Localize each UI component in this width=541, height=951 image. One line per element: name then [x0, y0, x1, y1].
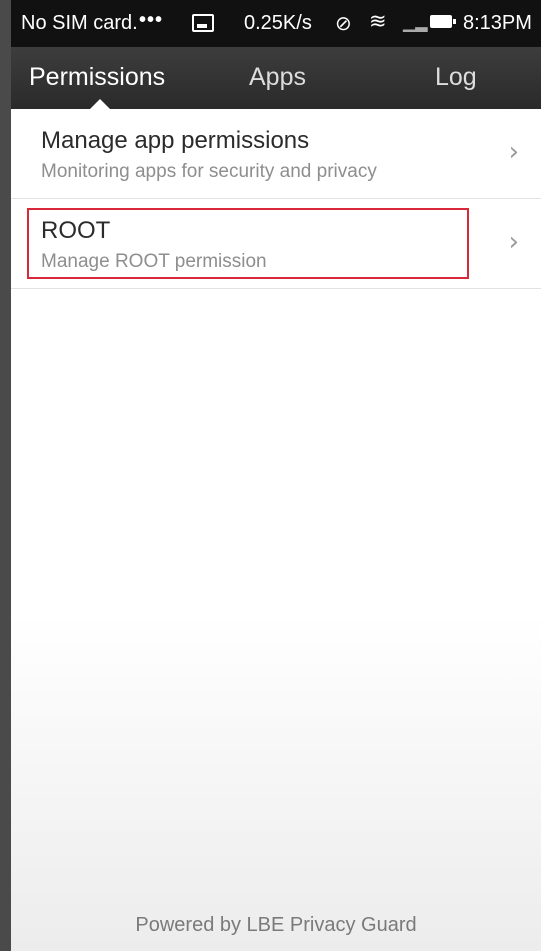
main-content: Manage app permissions Monitoring apps f… — [11, 109, 541, 951]
clock: 8:13PM — [463, 12, 532, 34]
signal-icon: ▁▂ — [403, 15, 428, 32]
carrier-label: No SIM card. — [21, 12, 138, 34]
screen: No SIM card. ••• 0.25K/s ⊘ ≋ ▁▂ 8:13PM P… — [11, 0, 541, 951]
tab-permissions[interactable]: Permissions — [29, 63, 165, 92]
wifi-icon: ≋ — [369, 10, 387, 33]
battery-icon — [430, 15, 456, 28]
list-item-title: Manage app permissions — [41, 127, 310, 154]
tab-bar: Permissions Apps Log — [11, 47, 541, 110]
list-item-manage-app-permissions[interactable]: Manage app permissions Monitoring apps f… — [11, 109, 541, 199]
chevron-right-icon: › — [508, 227, 519, 257]
list-item-title: ROOT — [41, 217, 111, 244]
list-item-subtitle: Manage ROOT permission — [41, 251, 267, 272]
network-speed: 0.25K/s — [244, 12, 312, 34]
device-frame: No SIM card. ••• 0.25K/s ⊘ ≋ ▁▂ 8:13PM P… — [0, 0, 541, 951]
image-icon — [192, 14, 214, 32]
list-item-subtitle: Monitoring apps for security and privacy — [41, 161, 377, 182]
tab-log[interactable]: Log — [435, 63, 477, 92]
status-bar: No SIM card. ••• 0.25K/s ⊘ ≋ ▁▂ 8:13PM — [11, 0, 541, 47]
tab-apps[interactable]: Apps — [249, 63, 306, 92]
notification-dots-icon: ••• — [139, 9, 164, 31]
footer-powered-by: Powered by LBE Privacy Guard — [135, 914, 417, 936]
chevron-right-icon: › — [508, 137, 519, 167]
vibrate-off-icon: ⊘ — [335, 13, 352, 35]
list-item-root[interactable]: ROOT Manage ROOT permission › — [11, 199, 541, 289]
